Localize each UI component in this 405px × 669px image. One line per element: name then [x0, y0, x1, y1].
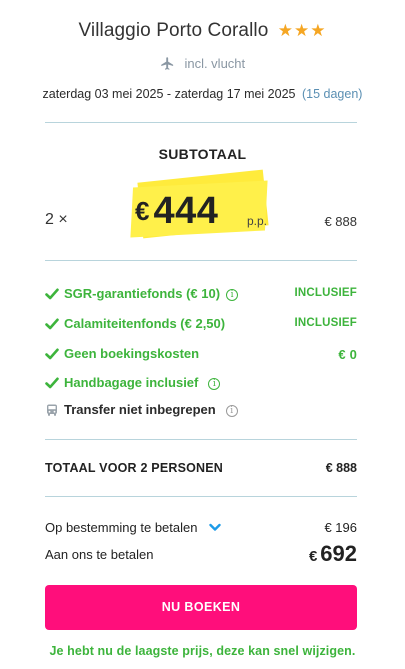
check-icon: [45, 377, 59, 389]
currency-symbol: €: [135, 196, 150, 226]
airplane-icon: [161, 57, 173, 70]
feature-value: INCLUSIEF: [294, 317, 357, 329]
flight-label: incl. vlucht: [184, 56, 246, 71]
info-icon[interactable]: i: [225, 405, 238, 417]
check-icon: [45, 348, 59, 360]
destination-payment-label: Op bestemming te betalen: [45, 520, 198, 535]
check-icon: [45, 318, 59, 330]
feature-label: SGR-garantiefonds (€ 10): [64, 286, 221, 301]
feature-label: Handbagage inclusief: [64, 375, 199, 390]
subtotal-heading: SUBTOTAAL: [158, 146, 247, 162]
feature-label: Calamiteitenfonds (€ 2,50): [64, 316, 226, 331]
date-range: zaterdag 03 mei 2025 - zaterdag 17 mei 2…: [42, 87, 296, 101]
divider: [45, 496, 357, 497]
feature-value: INCLUSIEF: [294, 287, 357, 299]
destination-payment-toggle[interactable]: Op bestemming te betalen: [45, 520, 221, 535]
bus-icon: [47, 404, 57, 416]
feature-row-transfer: Transfer niet inbegrepen i: [45, 401, 357, 421]
price-amount: 444: [153, 190, 219, 232]
pay-to-us-amount: 692: [320, 541, 357, 566]
total-value: € 888: [325, 461, 357, 475]
total-label: TOTAAL VOOR 2 PERSONEN: [45, 461, 224, 475]
book-now-button[interactable]: NU BOEKEN: [45, 585, 357, 630]
feature-row-boekingskosten: Geen boekingskosten € 0: [45, 345, 357, 365]
lowest-price-note: Je hebt nu de laagste prijs, deze kan sn…: [49, 644, 356, 658]
hotel-name: Villaggio Porto Corallo: [78, 20, 269, 41]
divider: [45, 439, 357, 440]
duration-days: (15 dagen): [301, 87, 363, 101]
feature-row-calamiteiten: Calamiteitenfonds (€ 2,50) INCLUSIEF: [45, 315, 357, 335]
chevron-down-icon[interactable]: [209, 523, 221, 532]
travel-dates: zaterdag 03 mei 2025 - zaterdag 17 mei 2…: [0, 87, 405, 101]
price-per-person: €444: [135, 190, 218, 233]
star-rating-icon: ★★★: [277, 21, 327, 40]
subtotal-total: € 888: [324, 214, 357, 229]
destination-payment-value: € 196: [324, 520, 357, 535]
pay-to-us-value: €692: [309, 541, 357, 567]
feature-label: Geen boekingskosten: [64, 346, 200, 361]
hotel-title: Villaggio Porto Corallo ★★★: [0, 20, 405, 42]
person-multiplier: 2 ×: [45, 211, 68, 228]
info-icon[interactable]: i: [208, 378, 221, 390]
check-icon: [45, 288, 59, 300]
currency-symbol: €: [308, 548, 318, 565]
divider: [45, 122, 357, 123]
per-person-label: p.p.: [247, 214, 268, 228]
pay-to-us-label: Aan ons te betalen: [45, 547, 154, 562]
feature-row-sgr: SGR-garantiefonds (€ 10) i INCLUSIEF: [45, 285, 357, 305]
divider: [45, 260, 357, 261]
feature-label: Transfer niet inbegrepen: [64, 402, 216, 417]
flight-included: incl. vlucht: [0, 56, 405, 71]
feature-value: € 0: [338, 347, 357, 362]
info-icon[interactable]: i: [226, 289, 239, 301]
feature-row-handbagage: Handbagage inclusief i: [45, 374, 357, 394]
